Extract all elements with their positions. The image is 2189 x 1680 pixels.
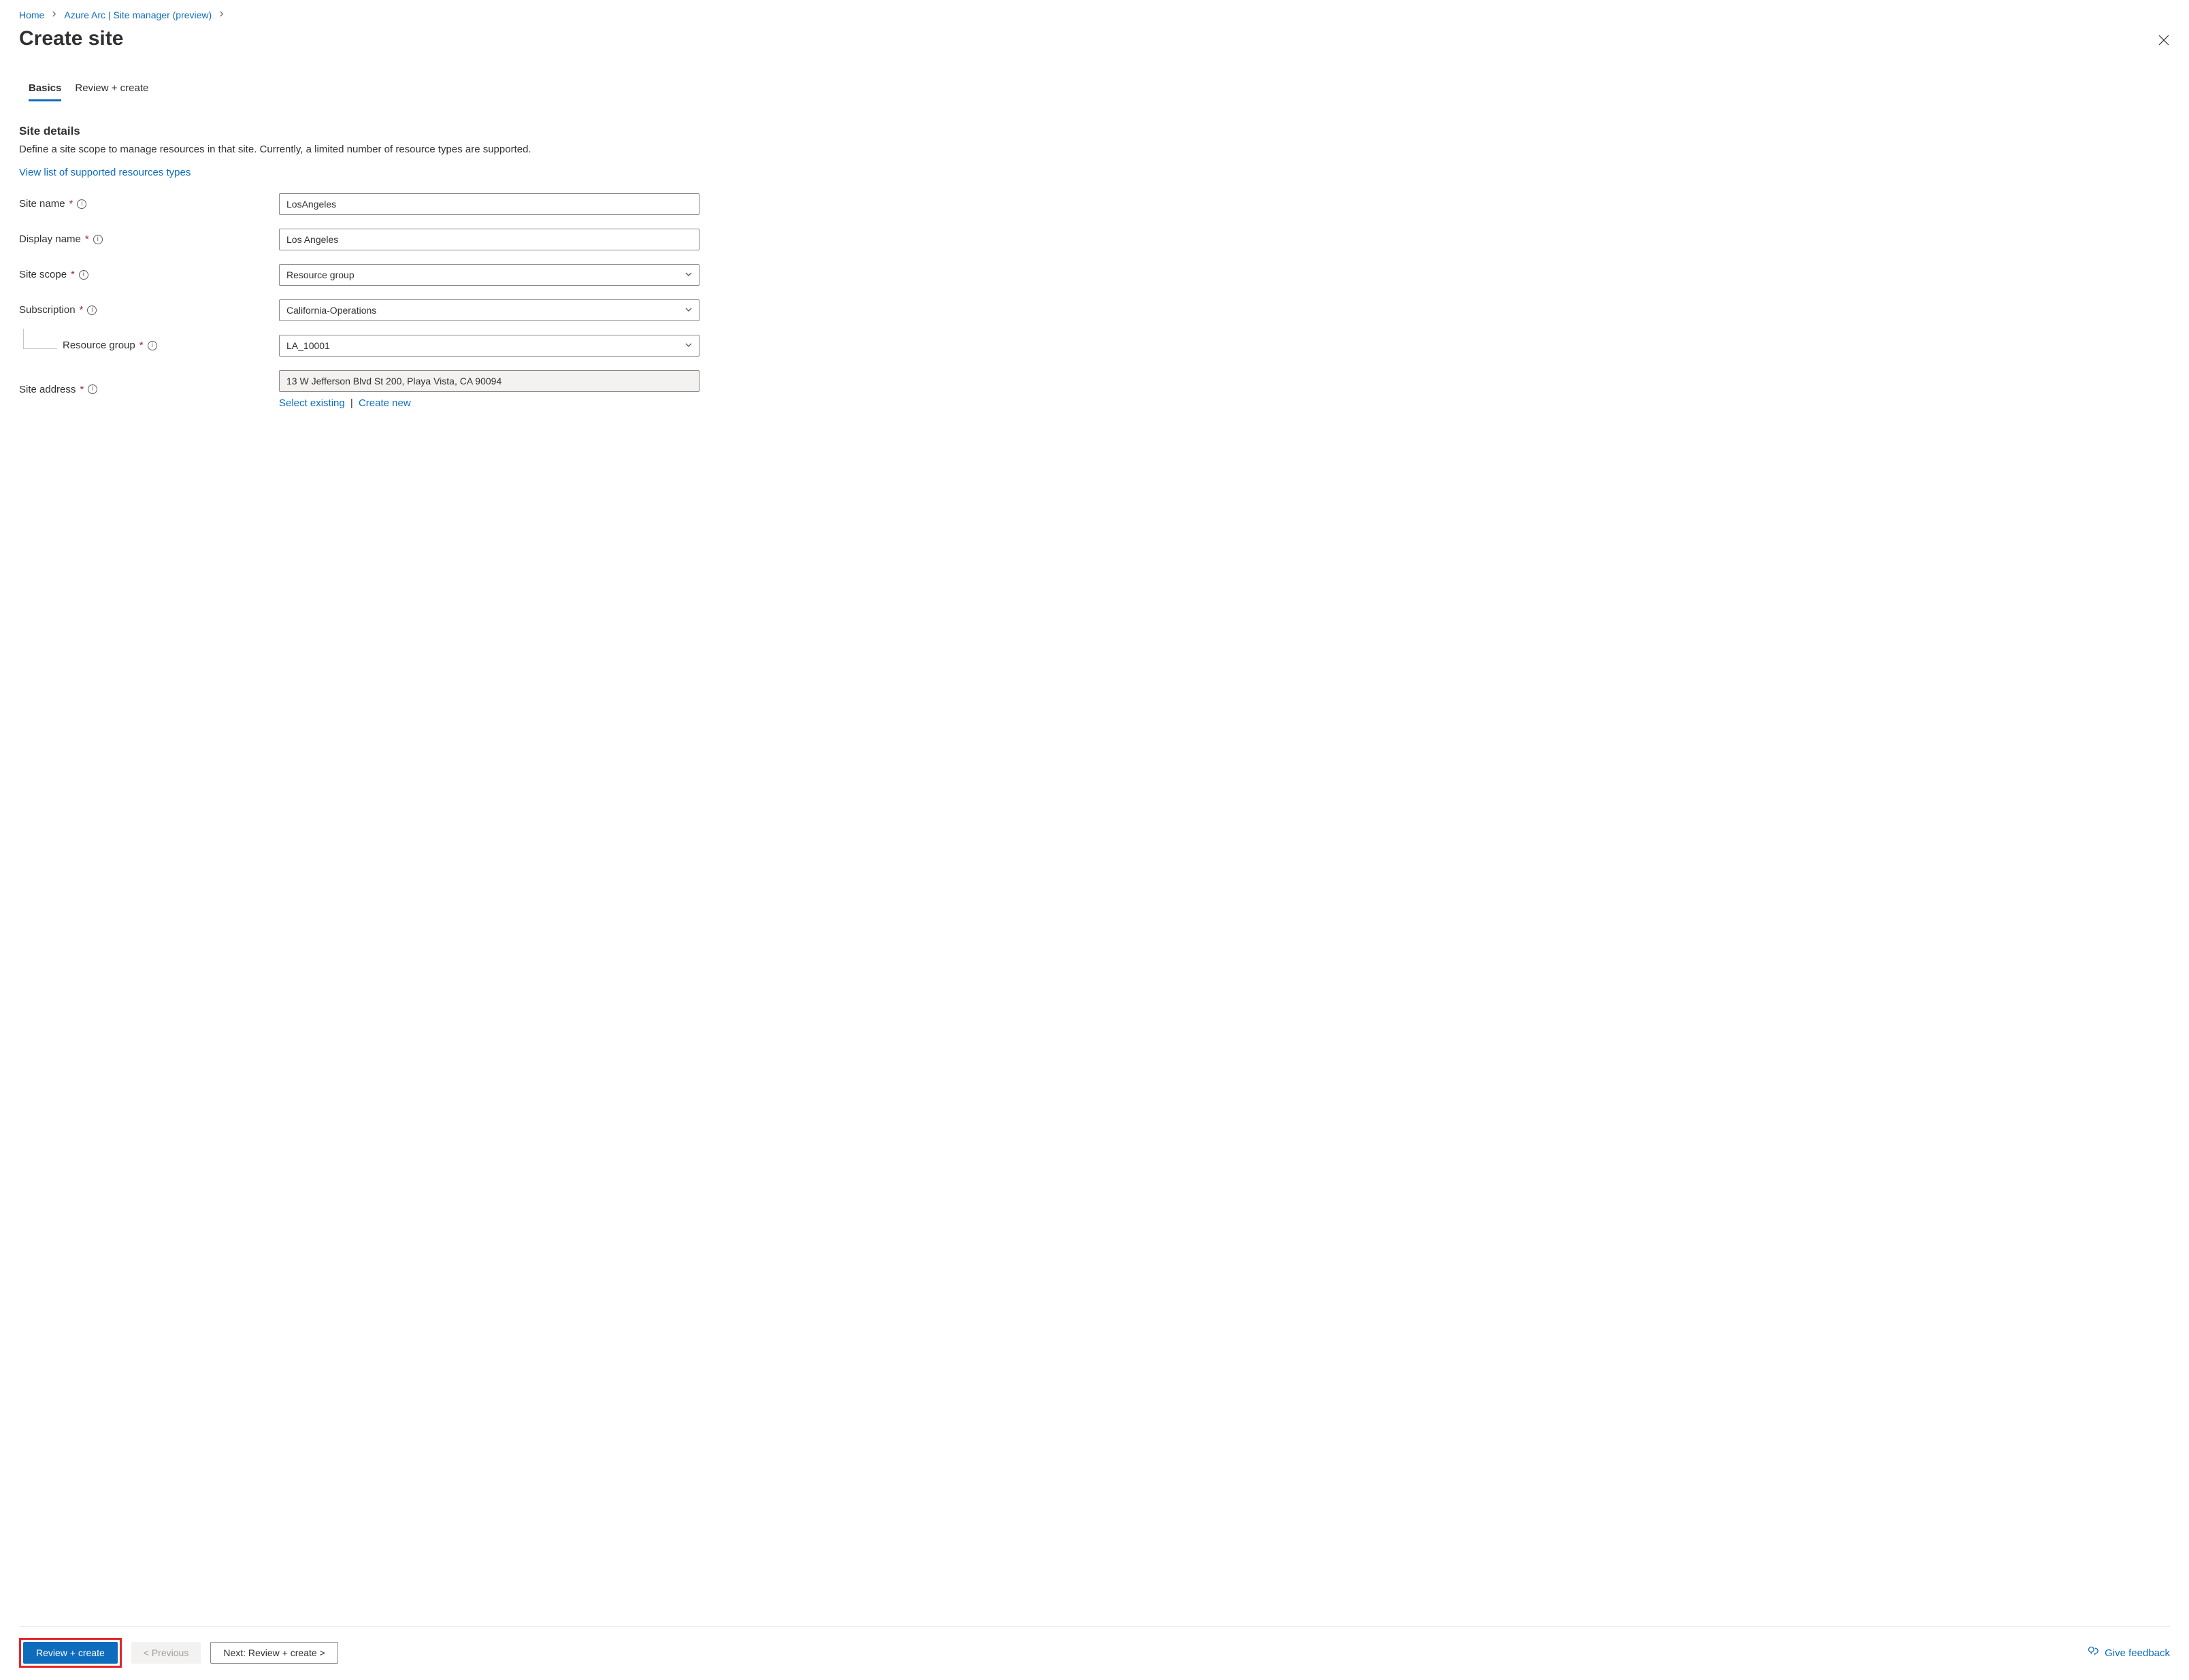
label-subscription: Subscription: [19, 304, 76, 316]
supported-resources-link[interactable]: View list of supported resources types: [19, 167, 191, 178]
close-icon: [2158, 38, 2170, 48]
required-marker: *: [80, 304, 84, 316]
site-name-input[interactable]: [279, 193, 700, 215]
link-divider: |: [350, 397, 353, 409]
breadcrumb: Home Azure Arc | Site manager (preview): [19, 5, 2170, 23]
tree-connector: [23, 329, 57, 349]
required-marker: *: [71, 269, 75, 280]
feedback-icon: [2087, 1645, 2099, 1660]
info-icon[interactable]: i: [148, 341, 157, 350]
create-site-form: Site name * i Display name * i Site scop…: [19, 193, 700, 409]
page-title: Create site: [19, 27, 123, 50]
required-marker: *: [85, 233, 89, 245]
select-existing-link[interactable]: Select existing: [279, 397, 345, 409]
breadcrumb-home[interactable]: Home: [19, 10, 44, 20]
label-site-scope: Site scope: [19, 269, 67, 280]
info-icon[interactable]: i: [79, 270, 88, 280]
create-new-link[interactable]: Create new: [359, 397, 411, 409]
tab-review-create[interactable]: Review + create: [75, 80, 148, 101]
close-button[interactable]: [2154, 30, 2174, 52]
info-icon[interactable]: i: [93, 235, 103, 244]
subscription-select[interactable]: [279, 299, 700, 321]
required-marker: *: [69, 198, 73, 210]
footer-actions: Review + create < Previous Next: Review …: [19, 1626, 2170, 1680]
label-resource-group: Resource group: [63, 340, 135, 351]
required-marker: *: [139, 340, 144, 351]
required-marker: *: [80, 384, 84, 395]
breadcrumb-azure-arc-site-manager[interactable]: Azure Arc | Site manager (preview): [64, 10, 212, 20]
review-create-button[interactable]: Review + create: [23, 1642, 118, 1664]
chevron-right-icon: [218, 11, 225, 19]
info-icon[interactable]: i: [77, 199, 86, 209]
give-feedback-label: Give feedback: [2105, 1647, 2170, 1659]
section-title-site-details: Site details: [19, 125, 2170, 138]
info-icon[interactable]: i: [87, 306, 97, 315]
label-display-name: Display name: [19, 233, 81, 245]
highlight-box: Review + create: [19, 1638, 122, 1668]
next-button[interactable]: Next: Review + create >: [210, 1642, 338, 1664]
previous-button: < Previous: [131, 1642, 201, 1664]
site-scope-select[interactable]: [279, 264, 700, 286]
section-description: Define a site scope to manage resources …: [19, 142, 2170, 157]
site-address-input[interactable]: [279, 370, 700, 392]
label-site-name: Site name: [19, 198, 65, 210]
resource-group-select[interactable]: [279, 335, 700, 357]
tabs: Basics Review + create: [19, 80, 2170, 101]
tab-basics[interactable]: Basics: [29, 80, 61, 101]
label-site-address: Site address: [19, 384, 76, 395]
info-icon[interactable]: i: [88, 384, 97, 394]
display-name-input[interactable]: [279, 229, 700, 250]
chevron-right-icon: [51, 11, 57, 19]
give-feedback-link[interactable]: Give feedback: [2087, 1645, 2170, 1660]
